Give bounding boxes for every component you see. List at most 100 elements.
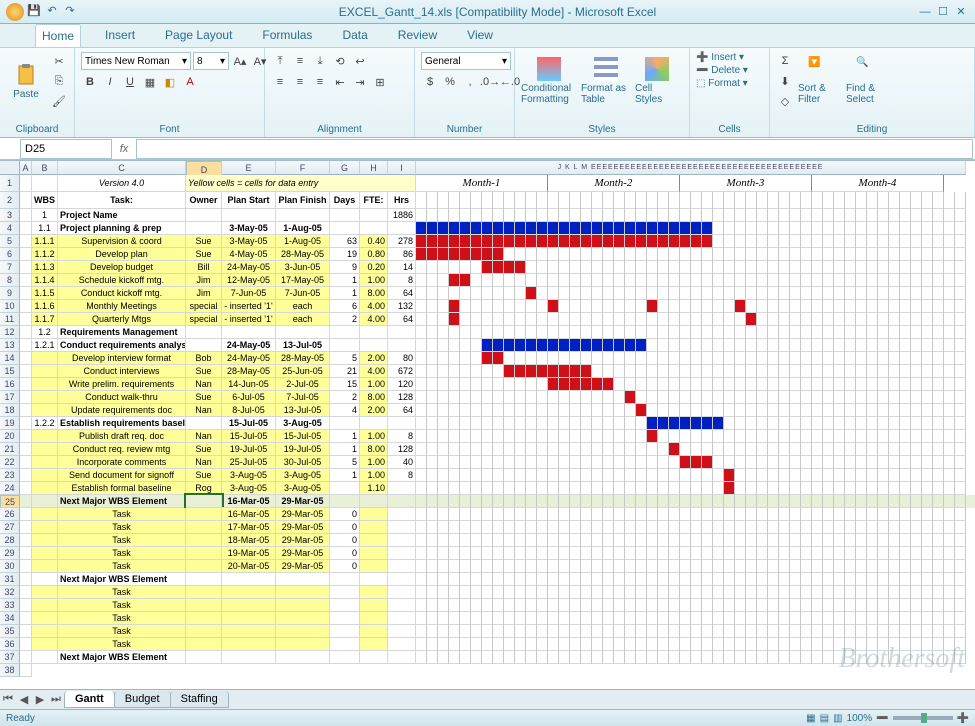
gantt-cell[interactable] [812, 287, 823, 300]
gantt-cell[interactable] [482, 261, 493, 274]
gantt-cell[interactable] [702, 612, 713, 625]
gantt-cell[interactable] [944, 365, 955, 378]
cell[interactable]: 7-Jul-05 [276, 391, 330, 404]
cell[interactable]: 29-Mar-05 [276, 495, 330, 508]
gantt-cell[interactable] [680, 261, 691, 274]
gantt-cell[interactable] [438, 313, 449, 326]
cell[interactable]: 25-Jun-05 [276, 365, 330, 378]
gantt-cell[interactable] [812, 625, 823, 638]
gantt-cell[interactable] [724, 638, 735, 651]
row-header[interactable]: 32 [0, 586, 20, 599]
gantt-cell[interactable] [570, 612, 581, 625]
gantt-cell[interactable] [504, 612, 515, 625]
gantt-cell[interactable] [559, 534, 570, 547]
gantt-cell[interactable] [757, 521, 768, 534]
gantt-cell[interactable] [581, 326, 592, 339]
gantt-cell[interactable] [537, 547, 548, 560]
gantt-cell[interactable] [504, 521, 515, 534]
gantt-cell[interactable] [900, 521, 911, 534]
gantt-cell[interactable] [757, 391, 768, 404]
gantt-cell[interactable] [713, 287, 724, 300]
gantt-cell[interactable] [449, 313, 460, 326]
gantt-cell[interactable] [900, 404, 911, 417]
row-header[interactable]: 17 [0, 391, 20, 404]
gantt-cell[interactable] [482, 469, 493, 482]
gantt-cell[interactable] [801, 456, 812, 469]
cell[interactable]: Task: [58, 192, 186, 209]
gantt-cell[interactable] [713, 573, 724, 586]
gantt-cell[interactable] [504, 404, 515, 417]
gantt-cell[interactable] [823, 261, 834, 274]
gantt-cell[interactable] [449, 573, 460, 586]
row-header[interactable]: 11 [0, 313, 20, 326]
conditional-formatting-button[interactable]: Conditional Formatting [521, 52, 577, 110]
gantt-cell[interactable] [955, 456, 966, 469]
gantt-cell[interactable] [801, 365, 812, 378]
gantt-cell[interactable] [526, 469, 537, 482]
gantt-cell[interactable] [713, 469, 724, 482]
gantt-cell[interactable] [570, 365, 581, 378]
gantt-cell[interactable] [834, 482, 845, 495]
gantt-cell[interactable] [812, 456, 823, 469]
gantt-cell[interactable] [460, 222, 471, 235]
gantt-cell[interactable] [702, 547, 713, 560]
gantt-cell[interactable] [548, 482, 559, 495]
gantt-cell[interactable] [416, 209, 427, 222]
gantt-cell[interactable] [636, 521, 647, 534]
cell[interactable] [20, 508, 32, 521]
gantt-cell[interactable] [757, 417, 768, 430]
gantt-cell[interactable] [471, 560, 482, 573]
cell[interactable] [186, 521, 222, 534]
gantt-cell[interactable] [603, 209, 614, 222]
gantt-date-header[interactable] [724, 192, 735, 209]
gantt-cell[interactable] [603, 430, 614, 443]
cell[interactable] [32, 573, 58, 586]
gantt-cell[interactable] [768, 495, 779, 508]
gantt-cell[interactable] [955, 274, 966, 287]
gantt-cell[interactable] [680, 651, 691, 664]
gantt-cell[interactable] [460, 534, 471, 547]
gantt-cell[interactable] [658, 521, 669, 534]
gantt-cell[interactable] [922, 235, 933, 248]
gantt-cell[interactable] [735, 586, 746, 599]
gantt-cell[interactable] [603, 287, 614, 300]
gantt-cell[interactable] [482, 599, 493, 612]
gantt-cell[interactable] [526, 391, 537, 404]
gantt-cell[interactable] [889, 612, 900, 625]
gantt-cell[interactable] [548, 638, 559, 651]
gantt-cell[interactable] [878, 456, 889, 469]
cell[interactable]: Task [58, 599, 186, 612]
gantt-cell[interactable] [878, 586, 889, 599]
cell[interactable] [32, 391, 58, 404]
cell[interactable] [32, 404, 58, 417]
gantt-cell[interactable] [482, 287, 493, 300]
gantt-cell[interactable] [438, 391, 449, 404]
gantt-cell[interactable] [416, 469, 427, 482]
gantt-cell[interactable] [548, 469, 559, 482]
gantt-cell[interactable] [933, 248, 944, 261]
cell[interactable]: Incorporate comments [58, 456, 186, 469]
gantt-cell[interactable] [559, 443, 570, 456]
gantt-cell[interactable] [592, 482, 603, 495]
cell[interactable]: 2 [330, 391, 360, 404]
gantt-cell[interactable] [570, 248, 581, 261]
gantt-cell[interactable] [636, 274, 647, 287]
gantt-cell[interactable] [922, 612, 933, 625]
gantt-cell[interactable] [658, 547, 669, 560]
gantt-cell[interactable] [482, 573, 493, 586]
cell[interactable] [20, 287, 32, 300]
gantt-cell[interactable] [592, 417, 603, 430]
gantt-cell[interactable] [658, 560, 669, 573]
gantt-cell[interactable] [702, 235, 713, 248]
gantt-cell[interactable] [691, 274, 702, 287]
gantt-cell[interactable] [713, 326, 724, 339]
gantt-cell[interactable] [680, 573, 691, 586]
gantt-cell[interactable] [878, 287, 889, 300]
view-break-icon[interactable]: ▥ [833, 713, 842, 724]
gantt-cell[interactable] [449, 430, 460, 443]
gantt-cell[interactable] [471, 417, 482, 430]
cell[interactable] [20, 326, 32, 339]
gantt-cell[interactable] [757, 300, 768, 313]
gantt-cell[interactable] [713, 300, 724, 313]
gantt-cell[interactable] [724, 495, 735, 508]
